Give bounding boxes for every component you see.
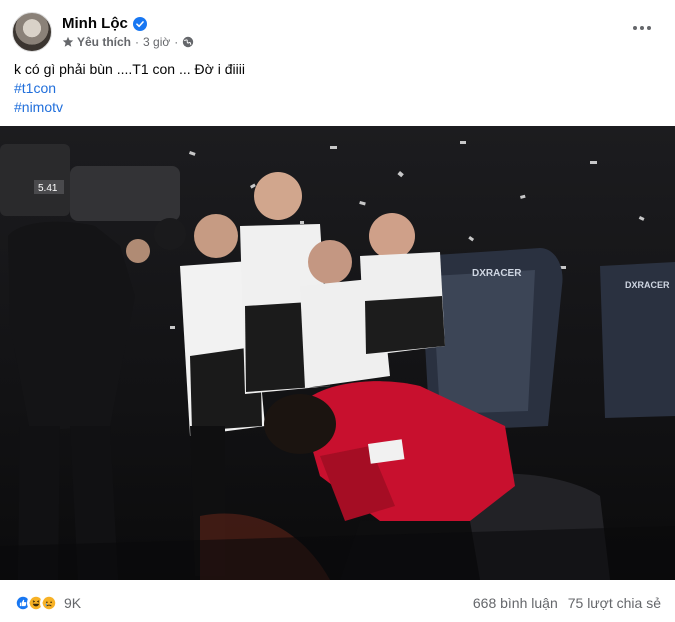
sad-icon [40, 594, 58, 612]
engagement-stats: 668 bình luận 75 lượt chia sẻ [473, 595, 661, 611]
gaming-chair: DXRACER [600, 262, 675, 418]
author-row: Minh Lộc [62, 15, 194, 32]
cameraman: 5.41 [0, 144, 186, 580]
star-icon [62, 36, 74, 47]
hashtag-link[interactable]: #nimotv [14, 98, 245, 117]
post-text: k có gì phải bùn ....T1 con ... Đờ i đii… [14, 61, 245, 77]
more-options-button[interactable] [627, 16, 657, 40]
post-subline: Yêu thích · 3 giờ · [62, 35, 194, 49]
chair-brand-label: DXRACER [472, 268, 522, 279]
globe-icon [183, 36, 194, 48]
post-card: Minh Lộc Yêu thích · 3 giờ · k có gì phả… [0, 0, 675, 622]
post-photo[interactable]: DXRACER DXRACER 5.41 [0, 126, 675, 580]
verified-icon [132, 16, 147, 31]
camera-label: 5.41 [38, 183, 58, 194]
chair-brand-label: DXRACER [625, 280, 670, 290]
post-body: k có gì phải bùn ....T1 con ... Đờ i đii… [14, 60, 245, 117]
post-header: Minh Lộc Yêu thích · 3 giờ · [12, 10, 194, 54]
post-footer: 9K 668 bình luận 75 lượt chia sẻ [14, 590, 661, 616]
post-meta: Minh Lộc Yêu thích · 3 giờ · [62, 15, 194, 49]
reaction-count[interactable]: 9K [64, 595, 81, 611]
photo-illustration: DXRACER DXRACER 5.41 [0, 141, 675, 580]
author-name[interactable]: Minh Lộc [62, 15, 128, 32]
audience-label[interactable]: Yêu thích [77, 35, 131, 49]
shares-count[interactable]: 75 lượt chia sẻ [568, 595, 661, 611]
post-time[interactable]: 3 giờ [143, 35, 170, 49]
reaction-summary[interactable]: 9K [14, 594, 81, 612]
avatar[interactable] [12, 12, 52, 52]
more-icon [633, 26, 651, 30]
comments-count[interactable]: 668 bình luận [473, 595, 558, 611]
hashtag-link[interactable]: #t1con [14, 79, 245, 98]
